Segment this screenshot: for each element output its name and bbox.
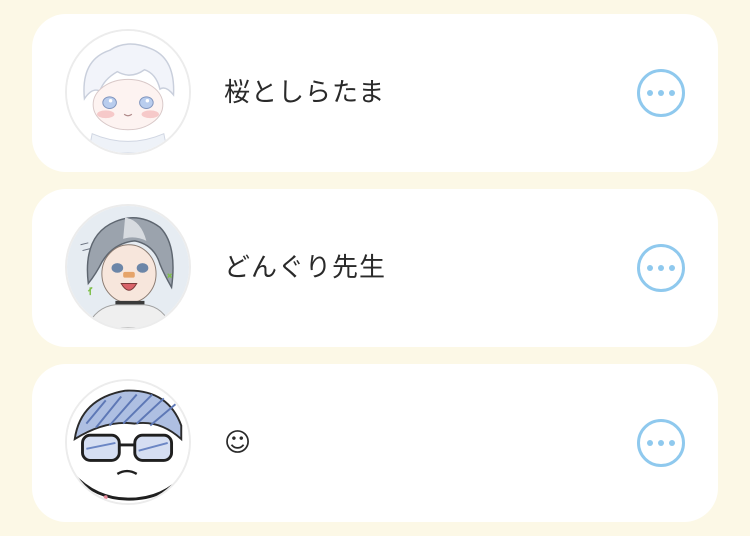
more-dot [647,440,653,446]
user-list: 桜としらたま どんぐり先生 ☺ [0,0,750,536]
user-avatar-icon[interactable] [65,29,191,155]
more-options-icon[interactable] [637,419,685,467]
user-card[interactable]: 桜としらたま [32,14,718,172]
user-avatar-icon[interactable] [65,379,191,505]
user-name: ☺ [224,428,253,458]
user-avatar-icon[interactable] [65,204,191,330]
user-card[interactable]: どんぐり先生 [32,189,718,347]
more-dot [669,90,675,96]
more-options-icon[interactable] [637,244,685,292]
more-dot [658,440,664,446]
more-dot [647,90,653,96]
more-dot [669,440,675,446]
user-name: 桜としらたま [224,78,386,108]
avatar-illustration [67,206,189,328]
more-dot [669,265,675,271]
more-dot [658,265,664,271]
avatar-illustration [67,31,189,153]
more-options-icon[interactable] [637,69,685,117]
more-dot [658,90,664,96]
more-dot [647,265,653,271]
user-card[interactable]: ☺ [32,364,718,522]
avatar-illustration [67,381,189,503]
user-name: どんぐり先生 [224,253,387,283]
